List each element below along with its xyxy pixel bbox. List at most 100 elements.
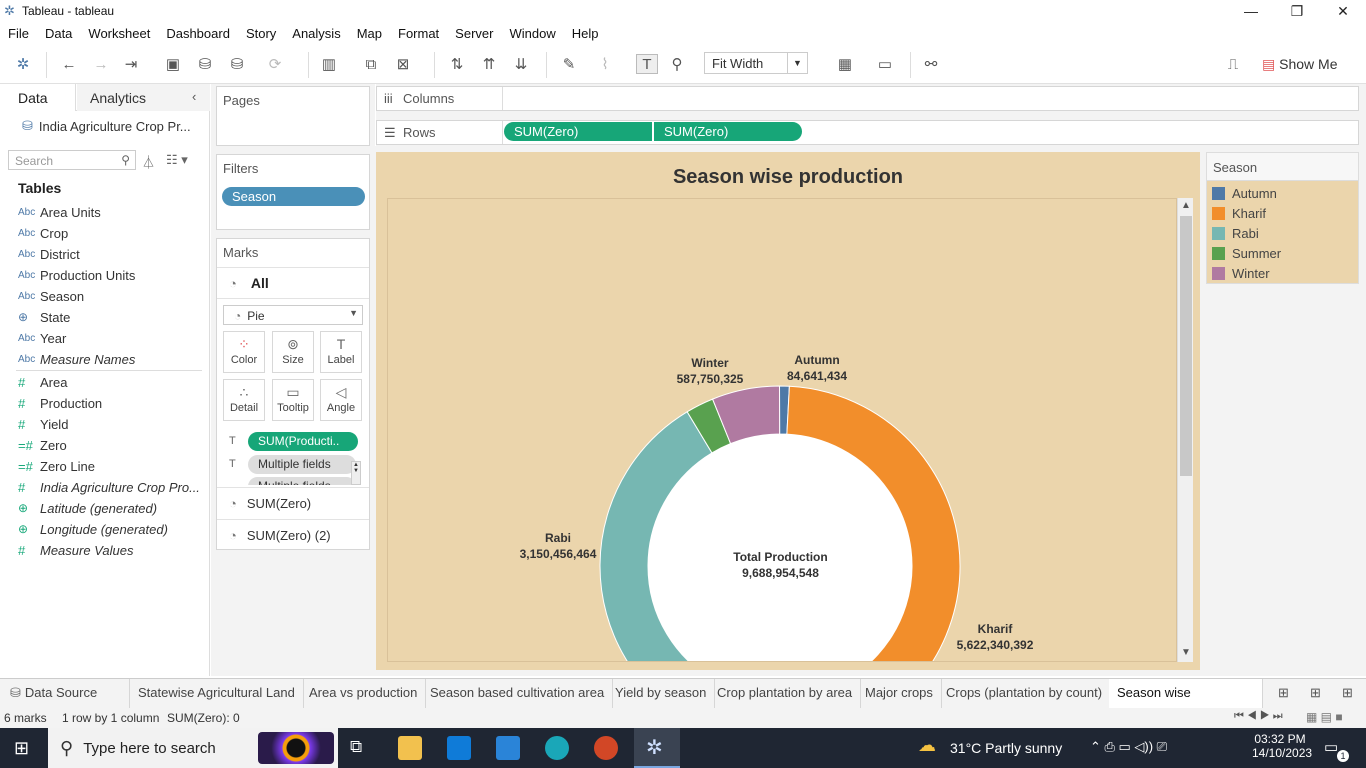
- menu-format[interactable]: Format: [398, 26, 439, 41]
- restore-button[interactable]: ❐: [1274, 0, 1320, 22]
- tooltip-button[interactable]: ▭ Tooltip: [272, 379, 314, 421]
- replay-icon[interactable]: ⇥: [120, 54, 142, 74]
- label-button[interactable]: T Label: [320, 331, 362, 373]
- sheet-nav-icons[interactable]: ⏮ ◀ ▶ ⏭: [1234, 710, 1283, 723]
- collapse-pane-icon[interactable]: ‹: [192, 89, 196, 104]
- detail-button[interactable]: ∴ Detail: [223, 379, 265, 421]
- field-zero-line[interactable]: =# Zero Line: [18, 456, 95, 476]
- menu-file[interactable]: File: [8, 26, 29, 41]
- field-measure-values[interactable]: # Measure Values: [18, 540, 133, 560]
- swap-icon[interactable]: ⇅: [446, 54, 468, 74]
- new-datasource-icon[interactable]: ⛁: [194, 54, 216, 74]
- field-search-input[interactable]: Search ⚲: [8, 150, 136, 170]
- tab-statewise-agricultural-land[interactable]: Statewise Agricultural Land: [130, 679, 304, 708]
- new-worksheet-icon[interactable]: ▥: [318, 54, 340, 74]
- field-production-units[interactable]: Abc Production Units: [18, 265, 135, 285]
- group-icon[interactable]: ⌇: [594, 54, 616, 74]
- highlighter-icon[interactable]: ⎍: [1222, 54, 1244, 74]
- clock[interactable]: 03:32 PM 14/10/2023: [1252, 732, 1312, 760]
- tab-data[interactable]: Data: [0, 84, 76, 111]
- minimize-button[interactable]: —: [1228, 0, 1274, 22]
- tab-crops-plantation-by-count[interactable]: Crops (plantation by count): [938, 679, 1112, 708]
- row-pill-sum-zero-2[interactable]: SUM(Zero): [654, 122, 802, 141]
- menu-help[interactable]: Help: [572, 26, 599, 41]
- field-zero[interactable]: =# Zero: [18, 435, 67, 455]
- mark-type-dropdown[interactable]: ◔ Pie ▼: [223, 305, 363, 325]
- menu-dashboard[interactable]: Dashboard: [166, 26, 230, 41]
- highlight-icon[interactable]: ✎: [558, 54, 580, 74]
- multiple-fields-pill[interactable]: Multiple fields: [248, 455, 356, 474]
- marks-all-tab[interactable]: ◔ All: [217, 267, 369, 299]
- chart-area[interactable]: Total Production 9,688,954,548 Autumn 84,…: [387, 198, 1177, 662]
- tab-analytics[interactable]: Analytics: [77, 84, 210, 111]
- tab-area-vs-production[interactable]: Area vs production: [301, 679, 427, 708]
- menu-window[interactable]: Window: [509, 26, 555, 41]
- field-measure-names[interactable]: Abc Measure Names: [18, 349, 135, 369]
- show-cards-icon[interactable]: ▦: [834, 54, 856, 74]
- fit-dropdown[interactable]: Fit Width ▼: [704, 52, 808, 74]
- legend-item-kharif[interactable]: Kharif: [1212, 204, 1266, 222]
- tab-crop-plantation-by-area[interactable]: Crop plantation by area: [709, 679, 862, 708]
- row-pill-sum-zero[interactable]: SUM(Zero): [504, 122, 652, 141]
- legend-item-rabi[interactable]: Rabi: [1212, 224, 1259, 242]
- scroll-thumb[interactable]: [1180, 216, 1192, 476]
- legend-item-winter[interactable]: Winter: [1212, 264, 1270, 282]
- menu-worksheet[interactable]: Worksheet: [88, 26, 150, 41]
- field-india-agri-count[interactable]: # India Agriculture Crop Pro...: [18, 477, 200, 497]
- clear-sheet-icon[interactable]: ⊠: [392, 54, 414, 74]
- scroll-down-icon[interactable]: ▼: [1181, 647, 1191, 658]
- weather-text[interactable]: 31°C Partly sunny: [950, 740, 1062, 756]
- windows-start-icon[interactable]: ⊞: [14, 738, 29, 759]
- new-dashboard-icon[interactable]: ⊞: [1310, 685, 1321, 701]
- marks-scrollbar[interactable]: ▲ ▼: [351, 461, 361, 485]
- pin-icon[interactable]: ⚲: [666, 54, 688, 74]
- sort-descending-icon[interactable]: ⇊: [510, 54, 532, 74]
- duplicate-sheet-icon[interactable]: ⧉: [360, 54, 382, 74]
- filter-pill-season[interactable]: Season: [222, 187, 365, 206]
- view-mode-icons[interactable]: ▦ ▤ ■: [1306, 710, 1343, 724]
- tab-season-based-cultivation-area[interactable]: Season based cultivation area: [422, 679, 614, 708]
- taskbar-search[interactable]: ⚲ Type here to search: [48, 728, 338, 768]
- field-area-units[interactable]: Abc Area Units: [18, 202, 101, 222]
- marks-tab-sum-zero-2[interactable]: ◔ SUM(Zero) (2): [217, 519, 369, 551]
- field-production[interactable]: # Production: [18, 393, 102, 413]
- menu-analysis[interactable]: Analysis: [292, 26, 340, 41]
- edge-icon[interactable]: [545, 736, 569, 760]
- legend-item-summer[interactable]: Summer: [1212, 244, 1281, 262]
- field-yield[interactable]: # Yield: [18, 414, 68, 434]
- sort-ascending-icon[interactable]: ⇈: [478, 54, 500, 74]
- tableau-home-icon[interactable]: ✲: [12, 54, 34, 74]
- new-story-icon[interactable]: ⊞: [1342, 685, 1353, 701]
- refresh-icon[interactable]: ⟳: [264, 54, 286, 74]
- color-button[interactable]: ⁘ Color: [223, 331, 265, 373]
- menu-server[interactable]: Server: [455, 26, 493, 41]
- notification-icon[interactable]: ▭: [1324, 738, 1338, 756]
- marks-tab-sum-zero[interactable]: ◔ SUM(Zero): [217, 487, 369, 519]
- scroll-up-icon[interactable]: ▲: [1181, 200, 1191, 211]
- filter-icon[interactable]: ⏃: [142, 152, 155, 171]
- tab-yield-by-season[interactable]: Yield by season: [607, 679, 716, 708]
- field-latitude[interactable]: ⊕ Latitude (generated): [18, 498, 157, 518]
- share-icon[interactable]: ⚯: [920, 54, 942, 74]
- powerpoint-icon[interactable]: [594, 736, 618, 760]
- field-district[interactable]: Abc District: [18, 244, 80, 264]
- field-state[interactable]: ⊕ State: [18, 307, 70, 327]
- store-icon[interactable]: [447, 736, 471, 760]
- legend-item-autumn[interactable]: Autumn: [1212, 184, 1277, 202]
- filters-card[interactable]: Filters Season: [216, 154, 370, 230]
- tableau-taskbar-button[interactable]: ✲: [634, 728, 680, 768]
- donut-chart[interactable]: [388, 199, 1177, 662]
- field-crop[interactable]: Abc Crop: [18, 223, 68, 243]
- file-explorer-icon[interactable]: [398, 736, 422, 760]
- task-view-icon[interactable]: ⧉: [350, 737, 362, 757]
- tab-data-source[interactable]: ⛁ Data Source: [0, 679, 130, 708]
- presentation-icon[interactable]: ▭: [874, 54, 896, 74]
- view-options-icon[interactable]: ☷ ▾: [166, 152, 188, 168]
- columns-shelf[interactable]: iii Columns: [376, 86, 1359, 111]
- show-labels-icon[interactable]: T: [636, 54, 658, 74]
- system-tray-icons[interactable]: ⌃ ⎙ ▭ ◁)) ⎚: [1090, 739, 1167, 755]
- chart-scrollbar[interactable]: ▲ ▼: [1177, 198, 1193, 662]
- datasource-item[interactable]: ⛁ India Agriculture Crop Pr...: [22, 118, 191, 134]
- mail-icon[interactable]: [496, 736, 520, 760]
- save-icon[interactable]: ▣: [162, 54, 184, 74]
